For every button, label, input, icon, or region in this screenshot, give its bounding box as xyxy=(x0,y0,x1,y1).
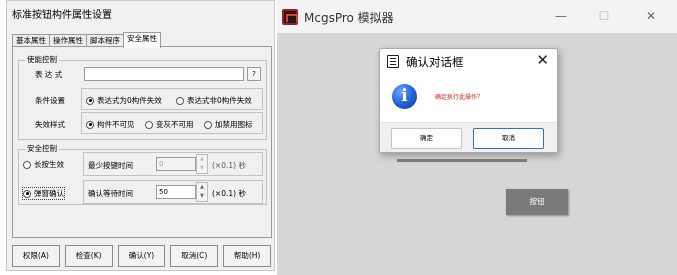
min-press-input[interactable]: 0 xyxy=(156,157,196,171)
confirm-wait-spinner[interactable]: ▲ ▼ xyxy=(196,182,208,202)
popup-confirm-label: 弹窗确认 xyxy=(34,189,64,198)
simulator-titlebar: McgsPro 模拟器 — ☐ ✕ xyxy=(277,0,677,33)
confirm-dialog: 确认对话框 ✕ i 确定执行此操作？ 确定 取消 xyxy=(379,48,558,153)
radio-selected-icon xyxy=(23,189,31,198)
underlying-widget-edge xyxy=(397,159,527,162)
invalid-style-options: 构件不可见 变灰不可用 加禁用图标 xyxy=(81,112,263,134)
simulator-window: McgsPro 模拟器 — ☐ ✕ 按钮 确认对话框 ✕ i 确定执行此操作？ … xyxy=(277,0,677,275)
spin-up-icon: ▲ xyxy=(200,156,204,162)
cancel-button[interactable]: 取消(C) xyxy=(170,245,219,267)
min-press-label: 最少按键时间 xyxy=(88,161,133,170)
radio-selected-icon xyxy=(86,120,94,129)
confirm-message: 确定执行此操作？ xyxy=(435,94,484,101)
close-window-button[interactable]: ✕ xyxy=(644,9,658,23)
dialog-button-bar: 权限(A) 检查(K) 确认(Y) 取消(C) 帮助(H) xyxy=(12,245,271,267)
min-press-unit: (×0.1) 秒 xyxy=(212,161,246,170)
invalid-style-gray[interactable]: 变灰不可用 xyxy=(145,119,194,130)
confirm-dialog-titlebar: 确认对话框 ✕ xyxy=(380,49,557,74)
safety-control-group: 安全控制 长按生效 最少按键时间 0 ▲ ▼ (×0.1) 秒 弹窗确认 确认等… xyxy=(18,143,267,205)
long-press-option[interactable]: 长按生效 xyxy=(23,159,64,170)
dialog-title: 标准按钮构件属性设置 xyxy=(12,10,112,21)
property-dialog: 标准按钮构件属性设置 基本属性 操作属性 脚本程序 安全属性 使能控制 表 达 … xyxy=(6,0,275,271)
permission-button[interactable]: 权限(A) xyxy=(12,245,60,267)
list-window-icon xyxy=(387,55,399,68)
invalid-style-label: 失效样式 xyxy=(35,120,65,129)
check-button[interactable]: 检查(K) xyxy=(64,245,113,267)
radio-unselected-icon xyxy=(23,160,31,169)
radio-unselected-icon xyxy=(204,120,212,129)
maximize-button[interactable]: ☐ xyxy=(597,9,611,23)
condition-option-zero-label: 表达式为0构件失效 xyxy=(97,96,162,105)
invalid-style-disabled-icon[interactable]: 加禁用图标 xyxy=(204,119,253,130)
invalid-style-invisible[interactable]: 构件不可见 xyxy=(86,119,135,130)
condition-option-nonzero[interactable]: 表达式非0构件失效 xyxy=(176,95,252,106)
info-icon: i xyxy=(392,84,417,109)
mcgs-app-icon xyxy=(282,9,298,25)
spin-up-icon: ▲ xyxy=(200,184,204,190)
condition-option-nonzero-label: 表达式非0构件失效 xyxy=(187,96,252,105)
radio-unselected-icon xyxy=(145,120,153,129)
radio-unselected-icon xyxy=(176,96,184,105)
expression-browse-button[interactable]: ? xyxy=(247,67,261,81)
condition-options: 表达式为0构件失效 表达式非0构件失效 xyxy=(81,88,263,110)
popup-confirm-option[interactable]: 弹窗确认 xyxy=(22,187,65,200)
simulator-title: McgsPro 模拟器 xyxy=(304,11,394,25)
minimize-button[interactable]: — xyxy=(554,9,568,23)
canvas-button[interactable]: 按钮 xyxy=(506,189,568,215)
confirm-wait-input[interactable]: 50 xyxy=(156,185,196,199)
expression-input[interactable] xyxy=(84,67,244,81)
confirm-wait-row: 确认等待时间 50 ▲ ▼ (×0.1) 秒 xyxy=(83,180,263,204)
cancel-dialog-button[interactable]: 取消 xyxy=(473,128,544,149)
confirm-wait-label: 确认等待时间 xyxy=(88,189,133,198)
min-press-row: 最少按键时间 0 ▲ ▼ (×0.1) 秒 xyxy=(83,152,263,176)
invalid-style-invisible-label: 构件不可见 xyxy=(97,120,135,129)
help-button[interactable]: 帮助(H) xyxy=(223,245,271,267)
ok-button[interactable]: 确定 xyxy=(391,128,462,149)
enable-control-title: 使能控制 xyxy=(25,54,59,65)
confirm-wait-unit: (×0.1) 秒 xyxy=(212,189,246,198)
safety-control-title: 安全控制 xyxy=(25,143,59,154)
close-icon[interactable]: ✕ xyxy=(536,52,549,68)
expression-label: 表 达 式 xyxy=(35,70,63,79)
invalid-style-disabled-icon-label: 加禁用图标 xyxy=(215,120,253,129)
condition-label: 条件设置 xyxy=(35,96,65,105)
security-tab-page: 使能控制 表 达 式 ? 条件设置 表达式为0构件失效 表达式非0构件失效 失效… xyxy=(12,46,272,238)
confirm-button[interactable]: 确认(Y) xyxy=(117,245,166,267)
min-press-spinner[interactable]: ▲ ▼ xyxy=(196,154,208,174)
confirm-dialog-title: 确认对话框 xyxy=(406,55,464,69)
condition-option-zero[interactable]: 表达式为0构件失效 xyxy=(86,95,162,106)
spin-down-icon: ▼ xyxy=(200,193,204,199)
confirm-dialog-footer: 确定 取消 xyxy=(380,122,557,152)
enable-control-group: 使能控制 表 达 式 ? 条件设置 表达式为0构件失效 表达式非0构件失效 失效… xyxy=(18,54,267,140)
tab-bar: 基本属性 操作属性 脚本程序 安全属性 xyxy=(12,32,161,48)
radio-selected-icon xyxy=(86,96,94,105)
tab-security[interactable]: 安全属性 xyxy=(123,32,161,48)
invalid-style-gray-label: 变灰不可用 xyxy=(156,120,194,129)
spin-down-icon: ▼ xyxy=(200,165,204,171)
long-press-label: 长按生效 xyxy=(34,160,64,169)
